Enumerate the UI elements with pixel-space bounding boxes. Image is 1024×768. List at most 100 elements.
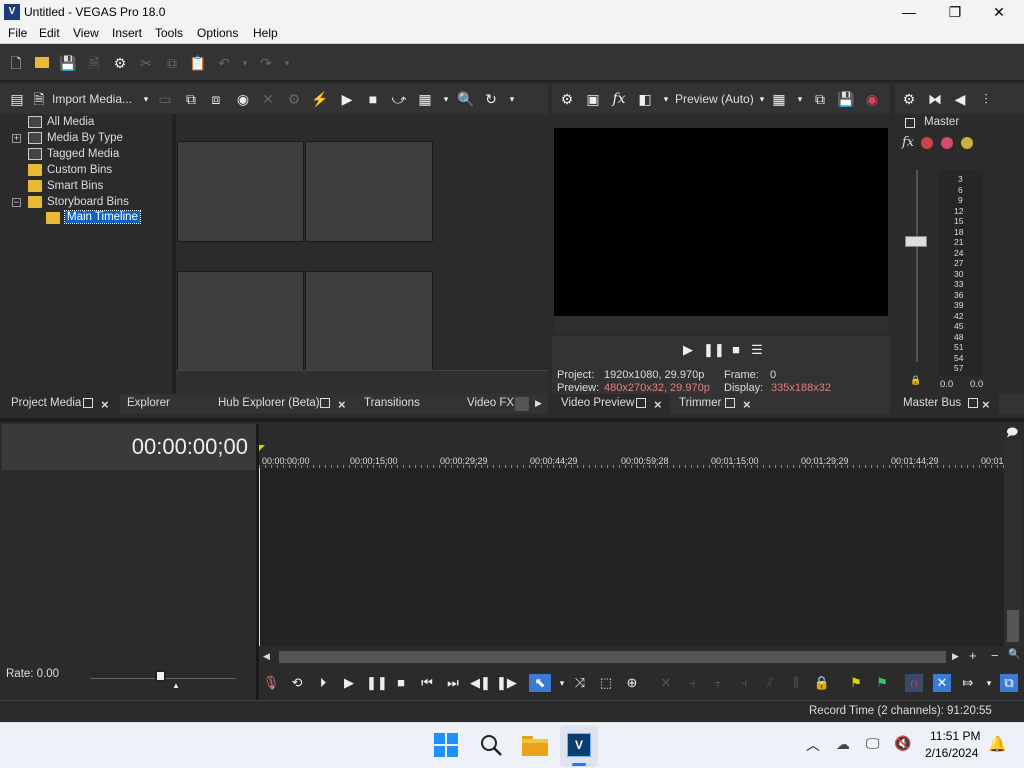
show-hidden-icons-icon[interactable]: ︿: [806, 735, 820, 755]
media-fx-icon[interactable]: ◉: [234, 90, 252, 108]
lock-event-icon[interactable]: 🔒: [813, 674, 831, 692]
preview-play-icon[interactable]: ▶: [679, 341, 697, 359]
rate-reset-icon[interactable]: ▲: [172, 681, 180, 690]
save-as-icon[interactable]: 🗎: [85, 54, 103, 72]
windows-start-icon[interactable]: [434, 733, 458, 757]
undo-dropdown-icon[interactable]: ▾: [236, 54, 254, 72]
record-mic-icon[interactable]: 🎙: [262, 674, 280, 692]
selection-tool-icon[interactable]: ⬚: [597, 674, 615, 692]
file-explorer-icon[interactable]: [522, 734, 548, 756]
storyboard-slot[interactable]: [305, 271, 433, 372]
undock-icon[interactable]: [83, 398, 93, 408]
undock-icon[interactable]: [636, 398, 646, 408]
trim-icon[interactable]: ⫟: [709, 674, 727, 692]
tab-video-fx[interactable]: Video FX: [467, 397, 514, 409]
downmix-icon[interactable]: ⧓: [926, 90, 944, 108]
preview-menu-icon[interactable]: ☰: [748, 341, 766, 359]
go-to-end-icon[interactable]: ⏭: [444, 674, 462, 692]
tab-project-media[interactable]: Project Media: [11, 397, 81, 409]
network-icon[interactable]: 🖵: [866, 735, 880, 752]
expand-icon[interactable]: +: [12, 134, 21, 143]
vertical-scroll-thumb[interactable]: [1007, 610, 1019, 642]
menu-options[interactable]: Options: [197, 26, 238, 40]
tab-trimmer[interactable]: Trimmer: [679, 397, 721, 409]
bus-fx-icon[interactable]: fx: [902, 135, 914, 150]
tab-scroll-box[interactable]: [515, 397, 529, 411]
notification-bell-icon[interactable]: 🔔: [988, 735, 1007, 753]
mute-icon[interactable]: ◀: [951, 90, 969, 108]
redo-icon[interactable]: ↷: [257, 54, 275, 72]
menu-insert[interactable]: Insert: [112, 26, 142, 40]
storyboard-slot[interactable]: [305, 141, 433, 242]
tree-item-storyboard-bins[interactable]: − Storyboard Bins: [0, 195, 170, 211]
zoom-in-icon[interactable]: +: [969, 648, 977, 663]
remove-unused-icon[interactable]: ⧈: [207, 90, 225, 108]
copy-icon[interactable]: ⧉: [163, 54, 181, 72]
open-icon[interactable]: [33, 54, 51, 72]
rate-slider-handle[interactable]: [155, 670, 166, 682]
zoom-tool-icon[interactable]: 🔍: [1008, 649, 1020, 660]
ripple-icon[interactable]: ⫼: [787, 674, 805, 692]
horizontal-scroll-thumb[interactable]: [279, 651, 946, 663]
zoom-out-icon[interactable]: −: [991, 648, 999, 663]
close-tab-icon[interactable]: ×: [338, 397, 346, 412]
import-media-button[interactable]: Import Media...: [52, 92, 132, 106]
insert-region-icon[interactable]: ⚑: [873, 674, 891, 692]
tab-explorer[interactable]: Explorer: [127, 397, 170, 409]
insert-marker-icon[interactable]: ⚑: [847, 674, 865, 692]
undock-icon[interactable]: [320, 398, 330, 408]
tree-item-tagged-media[interactable]: Tagged Media: [0, 147, 170, 163]
cut-icon[interactable]: ✂: [137, 54, 155, 72]
solo-icon[interactable]: [961, 137, 973, 149]
external-monitor-icon[interactable]: ▣: [584, 90, 602, 108]
tree-item-smart-bins[interactable]: Smart Bins: [0, 179, 170, 195]
storyboard-slot[interactable]: [177, 141, 304, 242]
play-icon[interactable]: ▶: [340, 674, 358, 692]
panel-splitter[interactable]: [0, 418, 1024, 422]
master-fader-handle[interactable]: [905, 236, 927, 247]
media-plugin-icon[interactable]: ⚡: [311, 90, 329, 108]
edit-tool-dropdown-icon[interactable]: ▾: [553, 674, 571, 692]
delete-tool-icon[interactable]: ✕: [657, 674, 675, 692]
lock-envelopes-icon[interactable]: ⧉: [1000, 674, 1018, 692]
properties-gear-icon[interactable]: ⚙: [111, 54, 129, 72]
zoom-edit-tool-icon[interactable]: ⊕: [623, 674, 641, 692]
loop-playback-icon[interactable]: ⟲: [288, 674, 306, 692]
refresh-dropdown-icon[interactable]: ▾: [503, 90, 521, 108]
new-project-icon[interactable]: 🗋: [7, 54, 25, 72]
pause-icon[interactable]: ❚❚: [366, 674, 388, 692]
quality-dropdown-icon[interactable]: ▾: [753, 90, 771, 108]
close-tab-icon[interactable]: ×: [743, 397, 751, 412]
search-icon[interactable]: [479, 733, 503, 757]
media-view-icon[interactable]: ▤: [8, 90, 26, 108]
snapping-magnet-icon[interactable]: ∩: [905, 674, 923, 692]
volume-muted-icon[interactable]: 🔇: [894, 735, 911, 752]
loop-marker-icon[interactable]: [259, 445, 265, 451]
overlays-grid-icon[interactable]: ▦: [770, 90, 788, 108]
save-icon[interactable]: 💾: [59, 54, 77, 72]
master-checkbox-icon[interactable]: [905, 118, 915, 128]
refresh-icon[interactable]: ↻: [482, 90, 500, 108]
preview-settings-gear-icon[interactable]: ⚙: [558, 90, 576, 108]
storyboard-slot[interactable]: [177, 271, 304, 372]
preview-stop-icon[interactable]: ■: [727, 341, 745, 359]
delete-media-icon[interactable]: ✕: [259, 90, 277, 108]
search-icon[interactable]: 🔍: [457, 90, 475, 108]
undo-icon[interactable]: ↶: [215, 54, 233, 72]
tab-video-preview[interactable]: Video Preview: [561, 397, 634, 409]
record-icon[interactable]: ◉: [863, 90, 881, 108]
track-area[interactable]: [259, 468, 1004, 646]
save-snapshot-icon[interactable]: 💾: [837, 90, 855, 108]
mute-solo-icon[interactable]: [941, 137, 953, 149]
redo-dropdown-icon[interactable]: ▾: [278, 54, 296, 72]
play-from-start-icon[interactable]: ⏵: [314, 674, 332, 692]
close-tab-icon[interactable]: ×: [982, 397, 990, 412]
collapse-icon[interactable]: −: [12, 198, 21, 207]
views-icon[interactable]: ▦: [416, 90, 434, 108]
vertical-scrollbar[interactable]: [1004, 440, 1022, 646]
overlays-dropdown-icon[interactable]: ▾: [791, 90, 809, 108]
close-tab-icon[interactable]: ×: [101, 397, 109, 412]
split-dropdown-icon[interactable]: ▾: [657, 90, 675, 108]
taskbar-vegas-button[interactable]: V: [560, 725, 598, 767]
scroll-left-icon[interactable]: ◀: [263, 651, 270, 662]
